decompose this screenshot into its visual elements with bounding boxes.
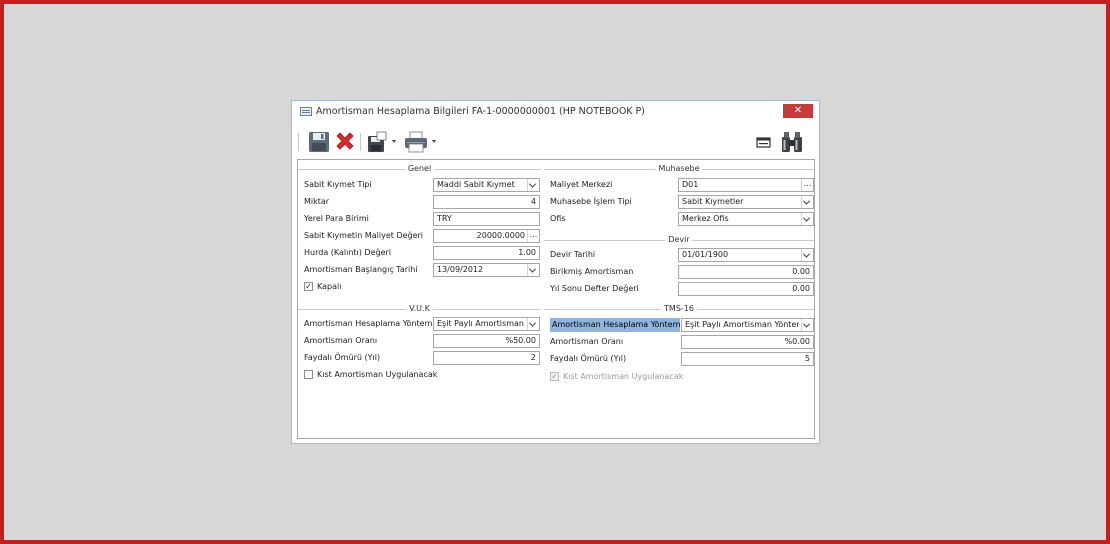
group-genel: Genel Sabit Kıymet Tipi Maddi Sabit Kıym…: [298, 164, 541, 296]
label-maliyet-degeri: Sabit Kıymetin Maliyet Değeri: [304, 231, 424, 240]
group-vuk: V.U.K Amortisman Hesaplama Yöntemi Eşit …: [298, 304, 541, 386]
group-title-vuk: V.U.K: [406, 304, 433, 314]
row-tms-amortisman-orani: Amortisman Oranı %0.00: [550, 335, 814, 349]
ellipsis-icon[interactable]: ...: [527, 230, 539, 242]
tms-faydali-omur-input[interactable]: 5: [681, 352, 814, 366]
print-dropdown-caret[interactable]: [432, 140, 436, 143]
toolbar: [296, 126, 816, 156]
label-tms-hesaplama-yontemi: Amortisman Hesaplama Yöntemi: [550, 318, 683, 332]
row-ofis: Ofis Merkez Ofis: [550, 212, 814, 226]
row-vuk-faydali-omur: Faydalı Ömürü (Yıl) 2: [304, 351, 540, 365]
dialog-window: Amortisman Hesaplama Bilgileri FA-1-0000…: [291, 100, 820, 444]
row-maliyet-degeri: Sabit Kıymetin Maliyet Değeri 20000.0000…: [304, 229, 540, 243]
row-yerel-para-birimi: Yerel Para Birimi TRY: [304, 212, 540, 226]
label-miktar: Miktar: [304, 197, 330, 206]
label-vuk-hesaplama-yontemi: Amortisman Hesaplama Yöntemi: [304, 319, 435, 328]
row-yil-sonu-defter-degeri: Yıl Sonu Defter Değeri 0.00: [550, 282, 814, 296]
row-devir-tarihi: Devir Tarihi 01/01/1900: [550, 248, 814, 262]
print-icon[interactable]: [404, 131, 428, 153]
vuk-kist-amortisman-label: Kıst Amortisman Uygulanacak: [317, 370, 438, 379]
row-miktar: Miktar 4: [304, 195, 540, 209]
label-devir-tarihi: Devir Tarihi: [550, 250, 596, 259]
close-button[interactable]: ✕: [783, 104, 813, 118]
birikmis-amortisman-input[interactable]: 0.00: [678, 265, 814, 279]
kapali-label: Kapalı: [317, 282, 342, 291]
muhasebe-islem-tipi-select[interactable]: Sabit Kıymetler: [678, 195, 814, 209]
binoculars-icon[interactable]: [780, 131, 804, 153]
group-muhasebe: Muhasebe Maliyet Merkezi D01... Muhasebe…: [544, 164, 814, 230]
label-birikmis-amortisman: Birikmiş Amortisman: [550, 267, 634, 276]
group-title-tms16: TMS-16: [661, 304, 697, 314]
toolbar-separator: [360, 133, 361, 151]
label-yil-sonu-defter-degeri: Yıl Sonu Defter Değeri: [550, 284, 639, 293]
chevron-down-icon[interactable]: [801, 213, 813, 225]
label-baslangic-tarihi: Amortisman Başlangıç Tarihi: [304, 265, 418, 274]
save-icon[interactable]: [308, 131, 330, 153]
group-title-muhasebe: Muhasebe: [655, 164, 703, 174]
yil-sonu-defter-degeri-input[interactable]: 0.00: [678, 282, 814, 296]
group-title-genel: Genel: [404, 164, 435, 174]
chevron-down-icon[interactable]: [801, 249, 813, 261]
vuk-faydali-omur-input[interactable]: 2: [433, 351, 540, 365]
checkmark-icon[interactable]: ✓: [304, 282, 313, 291]
maliyet-degeri-input[interactable]: 20000.0000...: [433, 229, 540, 243]
save-as-icon[interactable]: [366, 131, 388, 153]
tms-kist-amortisman-checkbox[interactable]: ✓ Kıst Amortisman Uygulanacak: [550, 371, 750, 383]
miktar-input[interactable]: 4: [433, 195, 540, 209]
save-dropdown-caret[interactable]: [392, 140, 396, 143]
label-hurda-degeri: Hurda (Kalıntı) Değeri: [304, 248, 392, 257]
row-birikmis-amortisman: Birikmiş Amortisman 0.00: [550, 265, 814, 279]
label-muhasebe-islem-tipi: Muhasebe İşlem Tipi: [550, 197, 632, 206]
tms-amortisman-orani-input[interactable]: %0.00: [681, 335, 814, 349]
ellipsis-icon[interactable]: ...: [801, 179, 813, 191]
row-muhasebe-islem-tipi: Muhasebe İşlem Tipi Sabit Kıymetler: [550, 195, 814, 209]
devir-tarihi-picker[interactable]: 01/01/1900: [678, 248, 814, 262]
label-yerel-para-birimi: Yerel Para Birimi: [304, 214, 369, 223]
yerel-para-birimi-input[interactable]: TRY: [433, 212, 540, 226]
content-panel: Genel Sabit Kıymet Tipi Maddi Sabit Kıym…: [297, 159, 815, 439]
group-devir: Devir Devir Tarihi 01/01/1900 Birikmiş A…: [544, 235, 814, 299]
row-maliyet-merkezi: Maliyet Merkezi D01...: [550, 178, 814, 192]
maliyet-merkezi-input[interactable]: D01...: [678, 178, 814, 192]
chevron-down-icon[interactable]: [801, 196, 813, 208]
layout-icon[interactable]: [756, 131, 772, 153]
label-tms-faydali-omur: Faydalı Ömürü (Yıl): [550, 354, 627, 363]
vuk-amortisman-orani-input[interactable]: %50.00: [433, 334, 540, 348]
chevron-down-icon[interactable]: [801, 319, 813, 331]
chevron-down-icon[interactable]: [527, 318, 539, 330]
ofis-select[interactable]: Merkez Ofis: [678, 212, 814, 226]
delete-icon[interactable]: [334, 131, 356, 153]
row-tms-hesaplama-yontemi: Amortisman Hesaplama Yöntemi Eşit Paylı …: [550, 318, 814, 332]
window-icon: [300, 107, 312, 116]
vuk-hesaplama-yontemi-select[interactable]: Eşit Paylı Amortisman...: [433, 317, 540, 331]
kapali-checkbox[interactable]: ✓ Kapalı: [304, 281, 424, 293]
group-tms16: TMS-16 Amortisman Hesaplama Yöntemi Eşit…: [544, 304, 814, 386]
row-sabit-kiymet-tipi: Sabit Kıymet Tipi Maddi Sabit Kıymet: [304, 178, 540, 192]
label-maliyet-merkezi: Maliyet Merkezi: [550, 180, 613, 189]
baslangic-tarihi-picker[interactable]: 13/09/2012: [433, 263, 540, 277]
row-vuk-hesaplama-yontemi: Amortisman Hesaplama Yöntemi Eşit Paylı …: [304, 317, 540, 331]
toolbar-grip: [298, 133, 299, 151]
checkmark-icon[interactable]: ✓: [550, 372, 559, 381]
tms-hesaplama-yontemi-select[interactable]: Eşit Paylı Amortisman Yöntemi: [681, 318, 814, 332]
sabit-kiymet-tipi-select[interactable]: Maddi Sabit Kıymet: [433, 178, 540, 192]
label-tms-amortisman-orani: Amortisman Oranı: [550, 337, 624, 346]
window-title: Amortisman Hesaplama Bilgileri FA-1-0000…: [316, 106, 645, 117]
title-bar[interactable]: Amortisman Hesaplama Bilgileri FA-1-0000…: [292, 101, 819, 123]
chevron-down-icon[interactable]: [527, 179, 539, 191]
vuk-kist-amortisman-checkbox[interactable]: Kıst Amortisman Uygulanacak: [304, 369, 504, 381]
row-tms-faydali-omur: Faydalı Ömürü (Yıl) 5: [550, 352, 814, 366]
label-vuk-faydali-omur: Faydalı Ömürü (Yıl): [304, 353, 381, 362]
label-vuk-amortisman-orani: Amortisman Oranı: [304, 336, 378, 345]
row-baslangic-tarihi: Amortisman Başlangıç Tarihi 13/09/2012: [304, 263, 540, 277]
row-hurda-degeri: Hurda (Kalıntı) Değeri 1.00: [304, 246, 540, 260]
chevron-down-icon[interactable]: [527, 264, 539, 276]
label-sabit-kiymet-tipi: Sabit Kıymet Tipi: [304, 180, 372, 189]
label-ofis: Ofis: [550, 214, 566, 223]
group-title-devir: Devir: [665, 235, 693, 245]
row-vuk-amortisman-orani: Amortisman Oranı %50.00: [304, 334, 540, 348]
hurda-degeri-input[interactable]: 1.00: [433, 246, 540, 260]
tms-kist-amortisman-label: Kıst Amortisman Uygulanacak: [563, 372, 684, 381]
